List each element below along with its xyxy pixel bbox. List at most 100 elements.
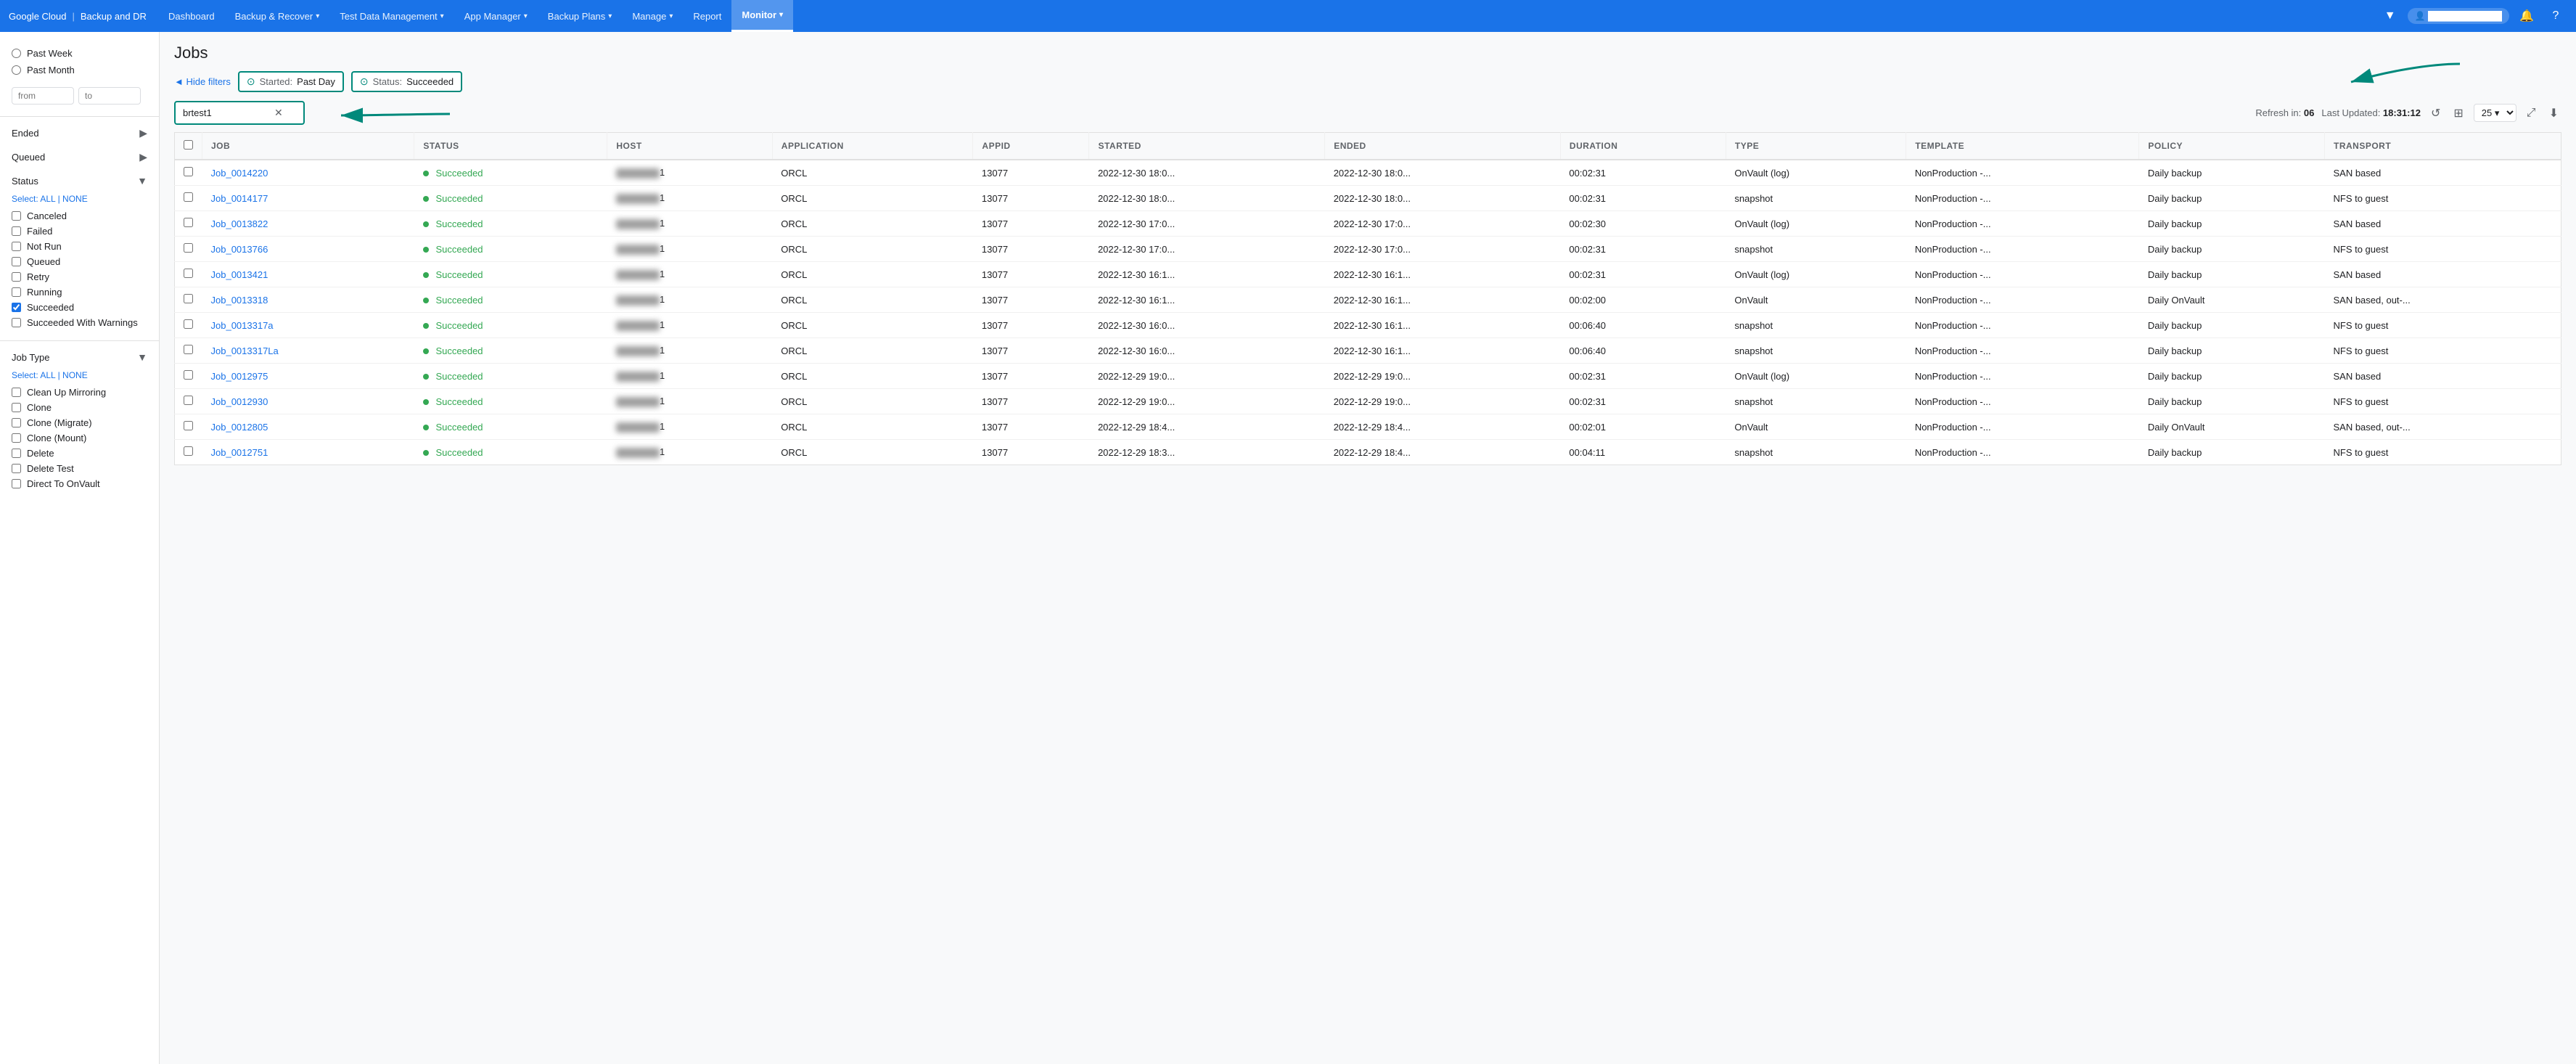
col-appid[interactable]: APPID — [973, 133, 1089, 160]
col-policy[interactable]: POLICY — [2139, 133, 2325, 160]
row-checkbox[interactable] — [184, 218, 193, 227]
row-job[interactable]: Job_0013421 — [202, 262, 414, 287]
date-to-input[interactable] — [78, 87, 141, 105]
download-icon[interactable]: ⬇ — [2546, 103, 2561, 123]
page-size-select[interactable]: 25 ▾ 10 50 100 — [2474, 104, 2516, 122]
row-checkbox-cell[interactable] — [175, 262, 202, 287]
jobtype-delete-test[interactable]: Delete Test — [12, 461, 147, 476]
row-job[interactable]: Job_0012975 — [202, 364, 414, 389]
sidebar-section-job-type[interactable]: Job Type ▼ — [0, 345, 159, 369]
col-host[interactable]: HOST — [607, 133, 772, 160]
row-checkbox-cell[interactable] — [175, 440, 202, 465]
col-job[interactable]: JOB — [202, 133, 414, 160]
row-job[interactable]: Job_0013822 — [202, 211, 414, 237]
fullscreen-icon[interactable]: ⤢ — [2524, 104, 2539, 123]
hide-filters-button[interactable]: ◄ Hide filters — [174, 76, 231, 87]
job-type-select-all-none[interactable]: Select: ALL | NONE — [0, 369, 159, 385]
row-started: 2022-12-30 17:0... — [1089, 211, 1325, 237]
row-checkbox[interactable] — [184, 192, 193, 202]
row-transport: NFS to guest — [2324, 237, 2561, 262]
status-select-all-none[interactable]: Select: ALL | NONE — [0, 192, 159, 208]
row-checkbox[interactable] — [184, 396, 193, 405]
select-all-checkbox[interactable] — [184, 140, 193, 150]
jobtype-direct-to-onvault[interactable]: Direct To OnVault — [12, 476, 147, 491]
row-job[interactable]: Job_0013766 — [202, 237, 414, 262]
col-duration[interactable]: DURATION — [1560, 133, 1726, 160]
nav-item-dashboard[interactable]: Dashboard — [158, 0, 225, 32]
row-host: 1 — [607, 211, 772, 237]
nav-item-test-data[interactable]: Test Data Management ▾ — [329, 0, 454, 32]
row-job[interactable]: Job_0013318 — [202, 287, 414, 313]
col-application[interactable]: APPLICATION — [772, 133, 973, 160]
col-started[interactable]: STARTED — [1089, 133, 1325, 160]
nav-item-monitor[interactable]: Monitor ▾ — [731, 0, 793, 32]
row-ended: 2022-12-29 19:0... — [1325, 364, 1561, 389]
filter-icon[interactable]: ▼ — [2379, 4, 2402, 28]
col-template[interactable]: TEMPLATE — [1906, 133, 2139, 160]
row-job[interactable]: Job_0013317La — [202, 338, 414, 364]
radio-past-month[interactable]: Past Month — [12, 62, 147, 78]
row-checkbox-cell[interactable] — [175, 313, 202, 338]
jobtype-delete[interactable]: Delete — [12, 446, 147, 461]
row-job[interactable]: Job_0014220 — [202, 160, 414, 186]
status-succeeded-warnings[interactable]: Succeeded With Warnings — [12, 315, 147, 330]
row-checkbox[interactable] — [184, 446, 193, 456]
row-checkbox[interactable] — [184, 269, 193, 278]
col-transport[interactable]: TRANSPORT — [2324, 133, 2561, 160]
status-running[interactable]: Running — [12, 285, 147, 300]
row-checkbox-cell[interactable] — [175, 364, 202, 389]
sidebar-section-status[interactable]: Status ▼ — [0, 169, 159, 192]
user-account[interactable]: 👤 ████████████ — [2408, 8, 2509, 24]
jobtype-clone[interactable]: Clone — [12, 400, 147, 415]
row-job[interactable]: Job_0012930 — [202, 389, 414, 414]
nav-item-manage[interactable]: Manage ▾ — [622, 0, 683, 32]
status-retry[interactable]: Retry — [12, 269, 147, 285]
search-input[interactable] — [183, 107, 270, 118]
row-checkbox-cell[interactable] — [175, 186, 202, 211]
col-type[interactable]: TYPE — [1726, 133, 1906, 160]
row-checkbox[interactable] — [184, 345, 193, 354]
status-succeeded[interactable]: Succeeded — [12, 300, 147, 315]
col-ended[interactable]: ENDED — [1325, 133, 1561, 160]
row-checkbox-cell[interactable] — [175, 237, 202, 262]
row-checkbox[interactable] — [184, 370, 193, 380]
row-job[interactable]: Job_0014177 — [202, 186, 414, 211]
status-not-run[interactable]: Not Run — [12, 239, 147, 254]
search-clear-icon[interactable]: ✕ — [274, 107, 283, 119]
col-status[interactable]: STATUS — [414, 133, 607, 160]
sidebar-section-ended[interactable]: Ended ▶ — [0, 121, 159, 145]
row-job[interactable]: Job_0012805 — [202, 414, 414, 440]
jobtype-clean-up-mirroring[interactable]: Clean Up Mirroring — [12, 385, 147, 400]
row-checkbox[interactable] — [184, 319, 193, 329]
row-checkbox-cell[interactable] — [175, 211, 202, 237]
host-value — [616, 194, 660, 204]
row-checkbox[interactable] — [184, 243, 193, 253]
row-checkbox-cell[interactable] — [175, 287, 202, 313]
refresh-icon[interactable]: ↺ — [2428, 103, 2443, 123]
row-checkbox[interactable] — [184, 167, 193, 176]
sidebar-section-queued[interactable]: Queued ▶ — [0, 145, 159, 169]
nav-item-report[interactable]: Report — [683, 0, 731, 32]
status-failed[interactable]: Failed — [12, 224, 147, 239]
row-job[interactable]: Job_0012751 — [202, 440, 414, 465]
nav-item-backup-recover[interactable]: Backup & Recover ▾ — [225, 0, 330, 32]
row-checkbox[interactable] — [184, 294, 193, 303]
jobtype-clone-mount[interactable]: Clone (Mount) — [12, 430, 147, 446]
row-checkbox-cell[interactable] — [175, 338, 202, 364]
jobtype-clone-migrate[interactable]: Clone (Migrate) — [12, 415, 147, 430]
status-canceled[interactable]: Canceled — [12, 208, 147, 224]
col-checkbox[interactable] — [175, 133, 202, 160]
notifications-icon[interactable]: 🔔 — [2515, 4, 2538, 28]
radio-past-week[interactable]: Past Week — [12, 45, 147, 62]
row-checkbox-cell[interactable] — [175, 160, 202, 186]
status-queued[interactable]: Queued — [12, 254, 147, 269]
row-checkbox[interactable] — [184, 421, 193, 430]
row-job[interactable]: Job_0013317a — [202, 313, 414, 338]
row-checkbox-cell[interactable] — [175, 389, 202, 414]
row-checkbox-cell[interactable] — [175, 414, 202, 440]
help-icon[interactable]: ? — [2544, 4, 2567, 28]
columns-icon[interactable]: ⊞ — [2450, 103, 2466, 123]
date-from-input[interactable] — [12, 87, 74, 105]
nav-item-backup-plans[interactable]: Backup Plans ▾ — [538, 0, 623, 32]
nav-item-app-manager[interactable]: App Manager ▾ — [454, 0, 538, 32]
